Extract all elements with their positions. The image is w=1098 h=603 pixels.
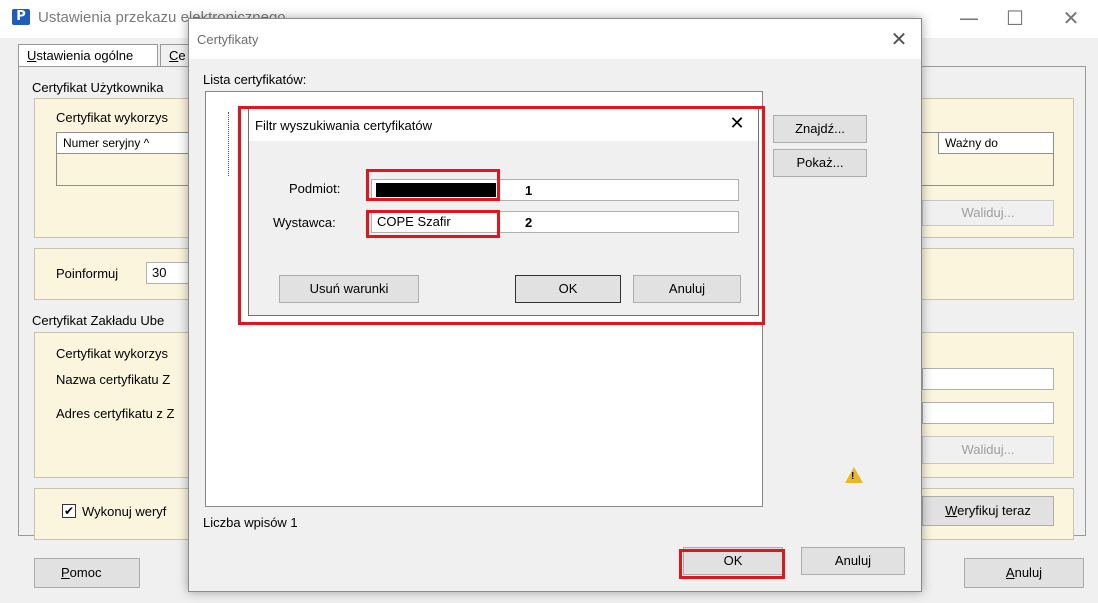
help-button[interactable]: Pomoc <box>34 558 140 588</box>
main-cancel-button[interactable]: Anuluj <box>964 558 1084 588</box>
inform-label: Poinformuj <box>56 266 119 281</box>
subject-highlight-box <box>366 169 500 201</box>
entry-count: Liczba wpisów 1 <box>203 515 298 530</box>
certificate-list-label: Lista certyfikatów: <box>203 72 307 87</box>
zus-cert-name-label: Nazwa certyfikatu Z <box>56 372 171 387</box>
verify-now-button[interactable]: Weryfikuj teraz <box>922 496 1054 526</box>
list-focus-marker <box>228 112 236 176</box>
user-cert-group-title: Certyfikat Użytkownika <box>32 80 164 95</box>
show-button[interactable]: Pokaż... <box>773 149 867 177</box>
validate-user-cert-button[interactable]: Waliduj... <box>922 200 1054 226</box>
find-button[interactable]: Znajdź... <box>773 115 867 143</box>
zus-cert-address-input[interactable] <box>922 402 1054 424</box>
filter-dialog-highlight-box <box>238 106 765 325</box>
ok-highlight-box <box>679 549 785 579</box>
verify-checkbox-label: Wykonuj weryf <box>82 504 167 519</box>
validate-zus-cert-button[interactable]: Waliduj... <box>922 436 1054 464</box>
zus-cert-name-input[interactable] <box>922 368 1054 390</box>
zus-cert-used-label: Certyfikat wykorzys <box>56 346 168 361</box>
warning-icon-mark: ! <box>851 471 855 482</box>
column-valid-to[interactable]: Ważny do <box>938 132 1054 154</box>
close-icon[interactable]: ✕ <box>881 25 917 55</box>
certificates-titlebar: Certyfikaty ✕ <box>189 19 921 59</box>
app-icon: P <box>12 9 30 25</box>
issuer-highlight-box <box>366 210 500 238</box>
zus-cert-address-label: Adres certyfikatu z Z <box>56 406 175 421</box>
maximize-icon[interactable]: ☐ <box>992 0 1038 38</box>
zus-cert-group-title: Certyfikat Zakładu Ube <box>32 313 165 328</box>
tab-general-settings[interactable]: Ustawienia ogólne <box>18 44 158 66</box>
close-icon[interactable]: ✕ <box>1048 0 1094 38</box>
inform-days-input[interactable]: 30 <box>146 262 194 284</box>
cert-cancel-button[interactable]: Anuluj <box>801 547 905 575</box>
minimize-icon[interactable]: — <box>946 0 992 38</box>
column-serial-number[interactable]: Numer seryjny ^ <box>56 132 190 154</box>
certificates-title: Certyfikaty <box>197 32 259 47</box>
verify-checkbox[interactable]: ✔ <box>62 504 76 518</box>
user-cert-used-label: Certyfikat wykorzys <box>56 110 168 125</box>
